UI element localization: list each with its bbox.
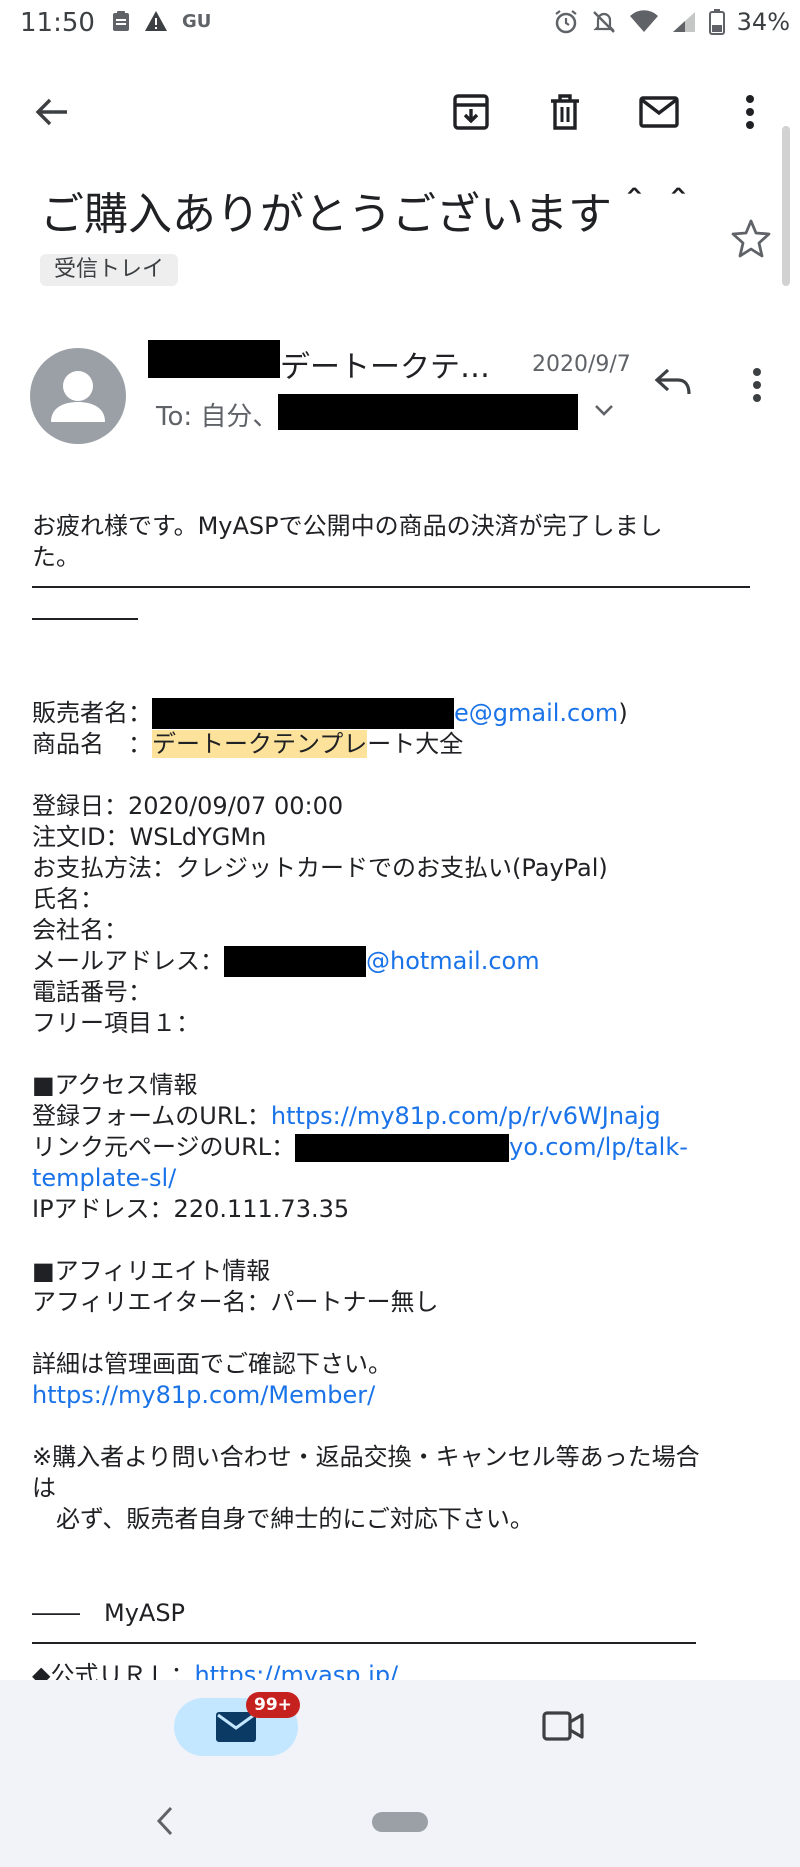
trash-icon <box>551 94 579 130</box>
redacted-seller <box>152 698 454 729</box>
seller-row: 販売者名： e@gmail.com) <box>32 698 628 729</box>
redacted-email <box>224 946 366 977</box>
status-left-icons: GU <box>112 10 211 32</box>
divider-line-2 <box>32 618 138 620</box>
seller-close: ) <box>618 699 628 727</box>
footer-brand: ―― MyASP <box>32 1599 186 1627</box>
mail-icon <box>216 1712 256 1742</box>
arrow-left-icon <box>35 98 67 126</box>
delete-button[interactable] <box>541 88 589 136</box>
email-date: 2020/9/7 <box>532 352 631 377</box>
more-vert-icon <box>746 95 754 129</box>
status-bar: 11:50 GU 34% <box>0 0 800 48</box>
person-icon <box>51 371 105 422</box>
mail-icon <box>639 96 679 128</box>
bottom-navigation <box>0 1680 800 1772</box>
redacted-url <box>295 1134 510 1162</box>
star-icon <box>731 219 771 258</box>
email-row: メールアドレス： @hotmail.com <box>32 946 540 977</box>
details-note: 詳細は管理画面でご確認下さい。 <box>32 1350 392 1378</box>
order-id: 注文ID：WSLdYGMn <box>32 823 267 851</box>
link-page-url-cont[interactable]: template-sl/ <box>32 1163 176 1194</box>
clipboard-icon <box>113 11 129 31</box>
member-url-link[interactable]: https://my81p.com/Member/ <box>32 1380 375 1411</box>
sender-avatar[interactable] <box>30 348 126 444</box>
status-right-icons: 34% <box>553 8 790 36</box>
more-vert-icon <box>753 368 761 402</box>
sender-name[interactable]: デートークテ… <box>280 342 490 386</box>
archive-icon <box>453 94 489 130</box>
product-row: 商品名 ：デートークテンプレート大全 <box>32 729 463 760</box>
seller-email-link[interactable]: e@gmail.com <box>454 699 618 727</box>
product-label: 商品名 ： <box>32 730 152 758</box>
affiliate-info-header: ■アフィリエイト情報 <box>32 1257 271 1285</box>
message-more-button[interactable] <box>752 368 762 406</box>
greeting-line-2: た。 <box>32 543 80 571</box>
product-highlight: デートークテンプレ <box>152 730 368 758</box>
reply-icon <box>654 368 691 395</box>
divider-line <box>32 586 750 588</box>
more-options-button[interactable] <box>726 88 774 136</box>
greeting-line-1: お疲れ様です。MyASPで公開中の商品の決済が完了しまし <box>32 512 663 540</box>
mark-unread-button[interactable] <box>635 88 683 136</box>
status-carrier: GU <box>182 10 212 32</box>
customer-name: 氏名： <box>32 885 104 913</box>
redacted-sender <box>148 340 280 378</box>
recipient-line[interactable]: To: 自分、 <box>156 396 278 433</box>
link-page-url[interactable]: yo.com/lp/talk- <box>509 1133 688 1161</box>
email-subject: ご購入ありがとうございます＾＾ <box>40 189 700 240</box>
home-handle[interactable] <box>372 1812 428 1832</box>
unread-badge: 99+ <box>246 1692 300 1718</box>
chevron-down-icon <box>595 405 613 416</box>
notice-line-2: は <box>32 1474 56 1502</box>
form-url-link[interactable]: https://my81p.com/p/r/v6WJnajg <box>271 1102 661 1130</box>
free-item: フリー項目１： <box>32 1009 200 1037</box>
footer-divider <box>32 1642 696 1644</box>
warning-icon <box>145 11 167 31</box>
status-time: 11:50 <box>20 8 95 38</box>
alarm-icon <box>554 10 577 34</box>
ip-address: IPアドレス：220.111.73.35 <box>32 1195 350 1223</box>
customer-email-link[interactable]: @hotmail.com <box>366 947 540 975</box>
link-page-label: リンク元ページのURL： <box>32 1133 296 1161</box>
notifications-off-icon <box>592 11 615 33</box>
notice-line-3: 必ず、販売者自身で紳士的にご対応下さい。 <box>32 1505 534 1533</box>
form-url-label: 登録フォームのURL： <box>32 1102 271 1130</box>
archive-button[interactable] <box>447 88 495 136</box>
inbox-label-chip[interactable]: 受信トレイ <box>40 254 179 286</box>
link-page-row: リンク元ページのURL： yo.com/lp/talk- <box>32 1132 688 1163</box>
meet-tab[interactable] <box>542 1710 584 1746</box>
notice-line-1: ※購入者より問い合わせ・返品交換・キャンセル等あった場合 <box>32 1443 700 1471</box>
battery-percent: 34% <box>736 8 790 36</box>
video-icon <box>542 1711 584 1741</box>
phone-number: 電話番号： <box>32 978 152 1006</box>
company-name: 会社名： <box>32 916 128 944</box>
form-url-row: 登録フォームのURL：https://my81p.com/p/r/v6WJnaj… <box>32 1101 661 1132</box>
redacted-recipient <box>278 394 578 430</box>
registration-date: 登録日：2020/09/07 00:00 <box>32 792 344 820</box>
expand-details-button[interactable] <box>594 402 614 421</box>
signal-icon <box>672 12 695 32</box>
product-rest: ート大全 <box>367 730 464 758</box>
seller-label: 販売者名： <box>32 699 152 727</box>
mail-label: メールアドレス： <box>32 947 224 975</box>
access-info-header: ■アクセス情報 <box>32 1071 198 1099</box>
email-toolbar <box>0 70 800 150</box>
wifi-icon <box>629 10 658 32</box>
payment-method: お支払方法：クレジットカードでのお支払い(PayPal) <box>32 854 608 882</box>
system-back-button[interactable] <box>156 1806 174 1840</box>
battery-icon <box>708 9 725 35</box>
back-button[interactable] <box>28 88 76 136</box>
scrollbar[interactable] <box>782 126 790 286</box>
reply-button[interactable] <box>654 366 692 402</box>
star-button[interactable] <box>730 218 772 262</box>
affiliate-name: アフィリエイター名：パートナー無し <box>32 1288 439 1316</box>
chevron-left-icon <box>156 1806 173 1836</box>
